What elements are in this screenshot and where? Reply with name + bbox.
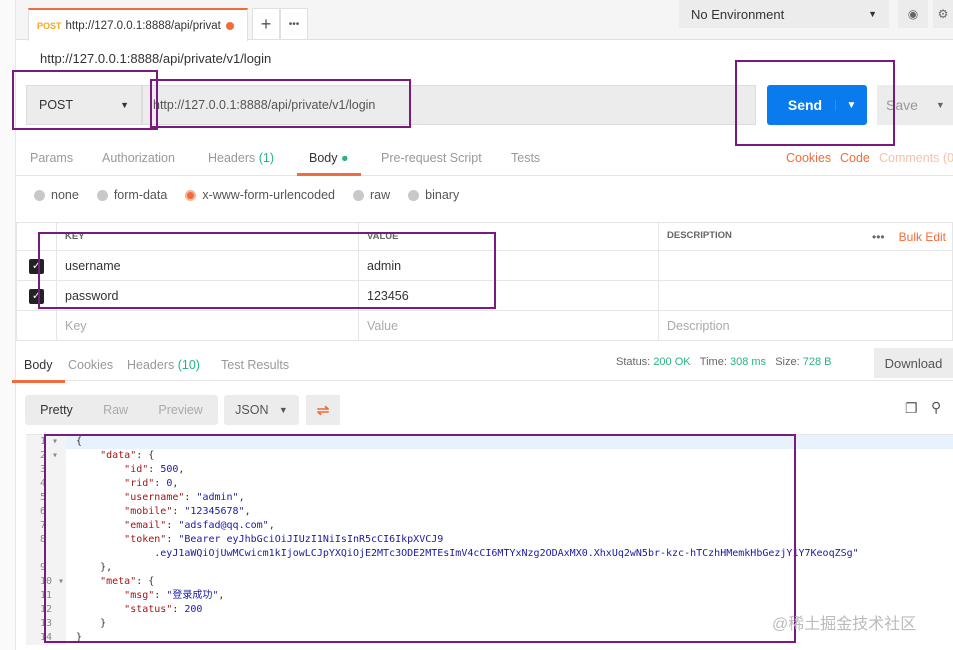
- bulk-edit-link[interactable]: Bulk Edit: [899, 230, 946, 244]
- status-value: 200 OK: [653, 356, 691, 368]
- radio-circle-icon: [408, 189, 420, 201]
- tab-url: http://127.0.0.1:8888/api/privat: [65, 19, 221, 32]
- annotation-box-url: [150, 79, 411, 128]
- time-value: 308 ms: [729, 356, 767, 368]
- radio-binary[interactable]: binary: [408, 188, 459, 202]
- tab-headers[interactable]: Headers (1): [208, 151, 274, 165]
- wrap-lines-icon[interactable]: ⇌: [306, 395, 340, 425]
- description-input[interactable]: Description: [658, 310, 953, 341]
- tab-prerequest-script[interactable]: Pre-request Script: [381, 151, 482, 165]
- radio-x-www-form-urlencoded[interactable]: x-www-form-urlencoded: [185, 188, 335, 202]
- comments-link[interactable]: Comments (0: [879, 151, 953, 165]
- empty-check-cell: [16, 310, 57, 341]
- radio-selected-icon: [185, 189, 197, 201]
- eye-icon[interactable]: ◉: [898, 0, 928, 28]
- gear-icon[interactable]: ⚙: [933, 0, 953, 28]
- copy-icon[interactable]: ❐: [905, 400, 918, 417]
- tab-headers-label: Headers: [208, 151, 256, 165]
- column-description: DESCRIPTION ••• Bulk Edit: [658, 222, 953, 251]
- chevron-down-icon: ▼: [935, 100, 945, 110]
- column-description-label: DESCRIPTION: [667, 229, 732, 241]
- watermark: @稀土掘金技术社区: [772, 616, 917, 633]
- description-cell[interactable]: [658, 280, 953, 311]
- radio-label: binary: [425, 188, 460, 202]
- size-value: 728 B: [802, 356, 832, 368]
- annotation-box-send: [735, 60, 895, 146]
- radio-label: raw: [370, 188, 391, 202]
- radio-circle-icon: [353, 189, 364, 201]
- new-tab-button[interactable]: +: [252, 8, 280, 40]
- radio-circle-icon: [34, 189, 45, 201]
- annotation-box-response: [44, 434, 796, 643]
- resp-tab-test-results[interactable]: Test Results: [221, 358, 289, 372]
- view-raw[interactable]: Raw: [103, 403, 128, 417]
- chevron-down-icon: ▼: [868, 9, 877, 19]
- status-info: Status: 200 OK Time: 308 ms Size: 728 B: [616, 356, 831, 368]
- size-label: Size:: [775, 356, 800, 368]
- body-mode-radios: none form-data x-www-form-urlencoded raw…: [34, 188, 459, 202]
- status-label: Status:: [616, 356, 651, 368]
- tab-body[interactable]: Body ●: [297, 151, 360, 176]
- code-link[interactable]: Code: [840, 151, 870, 165]
- radio-raw[interactable]: raw: [353, 188, 390, 202]
- radio-circle-icon: [96, 189, 108, 201]
- more-icon[interactable]: •••: [872, 230, 885, 244]
- more-tabs-button[interactable]: •••: [280, 8, 308, 40]
- page-title: http://127.0.0.1:8888/api/private/v1/log…: [40, 51, 272, 66]
- time-label: Time:: [699, 356, 727, 368]
- cookies-link[interactable]: Cookies: [786, 151, 831, 165]
- resp-tab-body[interactable]: Body: [12, 358, 64, 383]
- tab-params[interactable]: Params: [30, 151, 73, 165]
- annotation-box-method: [12, 70, 158, 130]
- table-row-new: Key Value Description: [16, 310, 953, 341]
- unsaved-dot-icon: [225, 21, 234, 30]
- chevron-down-icon: ▼: [278, 405, 288, 415]
- headers-count: (1): [258, 151, 275, 165]
- value-input[interactable]: Value: [358, 310, 659, 341]
- tab-authorization[interactable]: Authorization: [102, 151, 175, 165]
- view-mode-group: Pretty Raw Preview: [25, 395, 218, 425]
- search-icon[interactable]: ⚲: [931, 399, 941, 416]
- tab-tests[interactable]: Tests: [511, 151, 540, 165]
- download-button[interactable]: Download: [874, 348, 953, 378]
- tab-method: POST: [37, 20, 62, 31]
- radio-none[interactable]: none: [34, 188, 79, 202]
- resp-tab-cookies[interactable]: Cookies: [68, 358, 113, 372]
- format-value: JSON: [235, 403, 269, 417]
- request-tab[interactable]: POST http://127.0.0.1:8888/api/privat: [28, 8, 248, 41]
- description-cell[interactable]: [658, 250, 953, 281]
- radio-form-data[interactable]: form-data: [96, 188, 168, 202]
- environment-value: No Environment: [691, 6, 785, 22]
- tab-body-label: Body: [309, 151, 338, 165]
- view-preview[interactable]: Preview: [158, 403, 202, 417]
- annotation-box-params: [38, 232, 496, 309]
- resp-tab-headers[interactable]: Headers (10): [127, 358, 200, 372]
- body-dot-icon: ●: [340, 151, 349, 165]
- radio-label: none: [51, 188, 79, 202]
- request-tabs: Params Authorization Headers (1) Body ● …: [16, 143, 953, 176]
- key-input[interactable]: Key: [56, 310, 359, 341]
- resp-headers-count: (10): [177, 358, 200, 372]
- environment-select[interactable]: No Environment ▼: [679, 0, 889, 28]
- format-select[interactable]: JSON ▼: [224, 395, 299, 425]
- radio-label: form-data: [113, 188, 168, 202]
- view-pretty[interactable]: Pretty: [40, 403, 73, 417]
- radio-label: x-www-form-urlencoded: [202, 188, 335, 202]
- resp-headers-label: Headers: [127, 358, 175, 372]
